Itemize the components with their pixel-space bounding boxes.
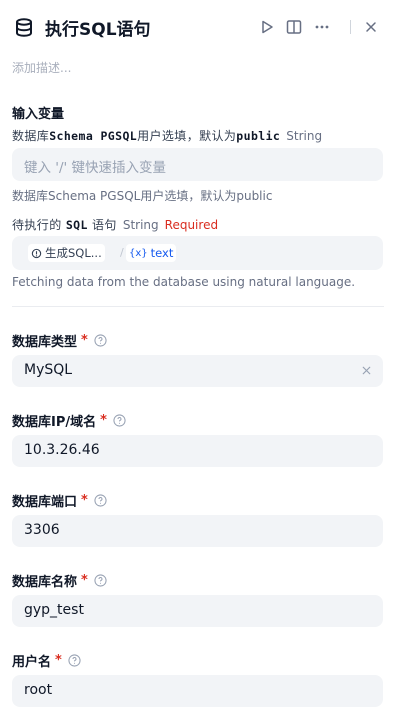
db-port-input[interactable]: 3306: [12, 515, 383, 547]
description-input[interactable]: 添加描述...: [12, 59, 71, 76]
db-name-label: 数据库名称 *: [12, 571, 107, 590]
db-host-input[interactable]: 10.3.26.46: [12, 435, 383, 467]
clear-icon[interactable]: [360, 364, 373, 377]
section-divider: [12, 306, 384, 307]
db-name-input[interactable]: gyp_test: [12, 595, 383, 627]
required-tag: Required: [164, 218, 219, 232]
generate-sql-button[interactable]: 生成SQL...: [28, 244, 105, 262]
db-port-label: 数据库端口 *: [12, 491, 107, 510]
db-type-label: 数据库类型 *: [12, 331, 107, 350]
database-logo-icon: [12, 16, 36, 40]
generate-icon: [31, 248, 42, 258]
variable-icon: {x}: [129, 247, 148, 259]
help-icon[interactable]: [94, 334, 107, 347]
type-tag: String: [286, 129, 323, 143]
text-variable-chip[interactable]: {x} text: [126, 244, 177, 262]
help-icon[interactable]: [94, 574, 107, 587]
username-input[interactable]: root: [12, 675, 383, 707]
node-title[interactable]: 执行SQL语句: [45, 15, 151, 40]
db-type-select[interactable]: MySQL: [12, 355, 383, 387]
header-divider: [350, 20, 351, 34]
username-label: 用户名 *: [12, 651, 81, 670]
help-icon[interactable]: [113, 414, 126, 427]
type-tag: String: [122, 218, 159, 232]
variable-schema-label: 数据库Schema PGSQL用户选填，默认为public String: [12, 129, 323, 143]
schema-variable-input[interactable]: 键入 '/' 键快速插入变量: [12, 148, 383, 181]
play-icon[interactable]: [258, 18, 276, 36]
variable-sql-label: 待执行的 SQL 语句 String Required: [12, 218, 219, 232]
close-icon[interactable]: [362, 18, 380, 36]
schema-hint: 数据库Schema PGSQL用户选填，默认为public: [12, 189, 273, 203]
sql-variable-input[interactable]: 生成SQL... / {x} text: [12, 236, 383, 270]
sql-hint: Fetching data from the database using na…: [12, 275, 356, 289]
help-icon[interactable]: [94, 494, 107, 507]
more-icon[interactable]: [313, 18, 331, 36]
chip-separator: /: [120, 246, 124, 259]
input-variables-title: 输入变量: [12, 107, 65, 122]
split-view-icon[interactable]: [285, 18, 303, 36]
help-icon[interactable]: [68, 654, 81, 667]
db-host-label: 数据库IP/域名 *: [12, 411, 126, 430]
node-header: 执行SQL语句: [0, 0, 402, 56]
